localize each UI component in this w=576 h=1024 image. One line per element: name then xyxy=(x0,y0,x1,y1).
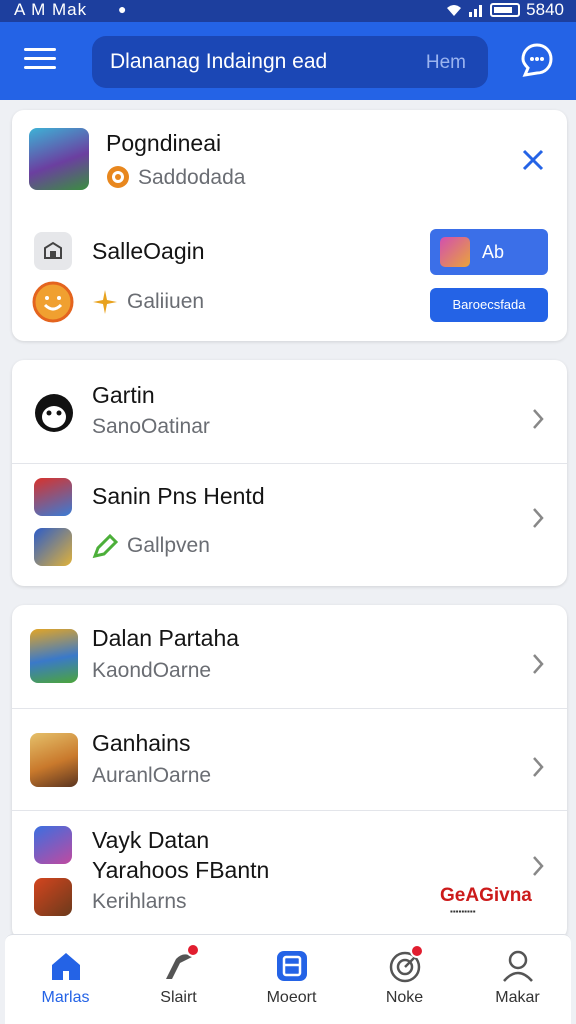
list-item[interactable]: Dalan Partaha KaondOarne xyxy=(12,605,567,708)
promo-label: Ab xyxy=(482,242,505,262)
featured-card: Pogndineai Saddodada SalleOagin Galiiuen… xyxy=(12,110,567,341)
game-thumbnail-icon xyxy=(29,128,89,190)
chevron-right-icon xyxy=(533,654,544,674)
chevron-right-icon xyxy=(533,757,544,777)
nav-item-target[interactable]: Noke xyxy=(348,935,461,1024)
featured-row-subtitle: Galiiuen xyxy=(127,290,205,313)
smiley-icon xyxy=(32,281,74,323)
list-item[interactable]: Gartin SanoOatinar xyxy=(12,360,567,463)
home-icon xyxy=(52,953,80,980)
nav-label: Moeort xyxy=(266,989,317,1006)
battery-icon xyxy=(490,3,521,17)
list-item-subtitle: Kerihlarns xyxy=(92,890,187,913)
list-item[interactable]: Ganhains AuranlOarne xyxy=(12,709,567,810)
game-thumbnail-icon xyxy=(34,478,72,516)
search-hint: Hem xyxy=(425,52,466,73)
list-item[interactable]: Sanin Pns Hentd Gallpven xyxy=(12,464,567,586)
list-item-title: Ganhains xyxy=(92,730,191,756)
chat-bubble-icon[interactable] xyxy=(520,42,554,78)
chevron-right-icon xyxy=(533,508,544,528)
close-icon[interactable] xyxy=(521,148,545,172)
list-item-subtitle: Gallpven xyxy=(127,534,210,557)
featured-row-title: SalleOagin xyxy=(92,238,205,264)
nav-item-games[interactable]: Moeort xyxy=(235,935,348,1024)
gamepad-icon xyxy=(277,951,307,981)
game-thumbnail-icon xyxy=(34,878,72,916)
chevron-right-icon xyxy=(533,409,544,429)
badge-coin-icon xyxy=(107,166,129,188)
watermark-text: GeAGivna xyxy=(440,885,532,906)
list-item-subtitle: AuranlOarne xyxy=(92,764,212,787)
user-icon xyxy=(503,950,533,982)
nav-label: Noke xyxy=(385,989,424,1006)
search-bar[interactable]: Dlananag Indaingn ead Hem xyxy=(92,36,488,88)
game-thumbnail-icon xyxy=(30,629,78,683)
list-card-2: Gartin SanoOatinar Sanin Pns Hentd Gallp… xyxy=(12,360,567,586)
list-item-subtitle: KaondOarne xyxy=(92,659,212,682)
nav-label: Marlas xyxy=(41,989,90,1006)
list-item[interactable]: Vayk Datan Yarahoos FBantn Kerihlarns xyxy=(12,811,567,940)
status-time: A M Mak xyxy=(14,0,88,19)
wifi-icon xyxy=(447,5,462,16)
search-query: Dlananag Indaingn ead xyxy=(110,50,328,73)
nav-item-home[interactable]: Marlas xyxy=(9,935,122,1024)
featured-subtitle: Saddodada xyxy=(138,166,246,189)
list-item-title-line2: Yarahoos FBantn xyxy=(92,857,270,883)
watermark-tagline: ▪▪▪▪▪▪▪▪▪ xyxy=(450,907,476,916)
sparkle-icon xyxy=(93,290,117,314)
watermark-logo: GeAGivna ▪▪▪▪▪▪▪▪▪ xyxy=(428,879,550,919)
list-item-subtitle: SanoOatinar xyxy=(92,415,210,438)
nav-item-tools[interactable]: Slairt xyxy=(122,935,235,1024)
list-item-title: Vayk Datan xyxy=(92,827,210,853)
signal-icon xyxy=(469,5,483,17)
target-icon xyxy=(389,944,424,983)
nav-label: Slairt xyxy=(160,989,197,1006)
list-item-title: Gartin xyxy=(92,382,155,408)
nav-label: Makar xyxy=(495,989,540,1006)
list-item-title: Sanin Pns Hentd xyxy=(92,483,265,509)
featured-header[interactable]: Pogndineai Saddodada xyxy=(12,110,567,210)
notification-icon: ● xyxy=(118,1,127,17)
list-item-title: Dalan Partaha xyxy=(92,625,240,651)
featured-title: Pogndineai xyxy=(106,130,222,156)
pencil-icon xyxy=(92,534,118,559)
nav-item-profile[interactable]: Makar xyxy=(461,935,574,1024)
hamburger-menu-icon[interactable] xyxy=(24,48,56,74)
app-bar: Dlananag Indaingn ead Hem xyxy=(0,22,576,100)
bottom-navigation: Marlas Slairt Moeort Noke Makar xyxy=(5,934,571,1024)
game-thumbnail-icon xyxy=(34,826,72,864)
battery-level: 5840 xyxy=(526,0,564,19)
game-thumbnail-icon xyxy=(30,733,78,787)
brush-app-icon xyxy=(34,528,72,566)
status-bar: A M Mak ● 5840 xyxy=(0,0,576,22)
promo-button[interactable]: Baroecsfada xyxy=(430,288,548,322)
chevron-right-icon xyxy=(533,856,544,876)
store-icon xyxy=(34,232,72,270)
promo-banner[interactable]: Ab xyxy=(430,229,548,275)
tools-icon xyxy=(166,943,200,979)
penguin-icon xyxy=(35,394,73,432)
character-avatar-icon xyxy=(440,237,470,267)
